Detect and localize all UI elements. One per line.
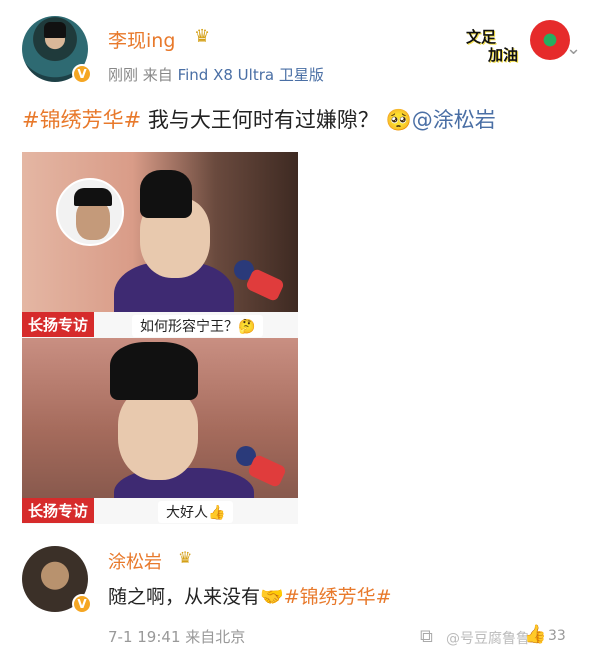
comment-username[interactable]: 涂松岩 [108,548,162,574]
comment-text: 随之啊，从来没有🤝#锦绣芳华# [108,582,392,609]
post-mention[interactable]: @涂松岩 [412,108,496,132]
microphone-icon [244,267,286,303]
brand-tag: 长扬专访 [22,498,95,523]
watermark: @号豆腐鲁鲁 [446,631,530,647]
handshake-icon: 🤝 [260,586,284,608]
thought-bubble [56,178,124,246]
post-meta: 刚刚 来自 Find X8 Ultra 卫星版 [108,64,324,85]
microphone-icon [246,453,288,489]
source-device[interactable]: Find X8 Ultra 卫星版 [178,66,324,84]
comment-location: 来自北京 [185,628,246,646]
post-header: V 李现ing ♛ 刚刚 来自 Find X8 Ultra 卫星版 文足 加油 … [22,16,582,88]
verified-badge-icon: V [72,64,92,84]
decoration-sticker: 文足 加油 [454,20,574,66]
comment-hashtag[interactable]: #锦绣芳华# [284,586,392,608]
like-icon[interactable]: 👍 [524,624,546,645]
post-time: 刚刚 [108,66,139,84]
post-text: #锦绣芳华# 我与大王何时有过嫌隙？ 🥺@涂松岩 [22,104,496,134]
sticker-line2: 加油 [488,46,519,64]
chevron-down-icon[interactable]: ⌄ [566,38,581,59]
source-prefix: 来自 [142,66,173,84]
like-count: 33 [548,628,566,644]
post-body: 我与大王何时有过嫌隙？ [141,108,379,132]
share-icon[interactable]: ⧉ [420,626,433,647]
verified-badge-icon: V [72,594,92,614]
flower-icon [530,20,570,60]
post-image-1[interactable]: 长扬专访 如何形容宁王？🤔 [22,152,298,338]
post-username[interactable]: 李现ing [108,26,175,53]
pleading-emoji: 🥺 [385,108,412,132]
comment-meta: 7-1 19:41 来自北京 [108,626,245,647]
comment-body: 随之啊，从来没有 [108,586,261,608]
post-hashtag[interactable]: #锦绣芳华# [22,108,141,132]
photo-caption: 如何形容宁王？🤔 [132,315,264,337]
crown-icon: ♛ [194,26,211,47]
brand-tag: 长扬专访 [22,312,95,337]
photo-caption: 大好人👍 [158,501,234,523]
post-image-2[interactable]: 长扬专访 大好人👍 [22,338,298,524]
comment-timestamp: 7-1 19:41 [108,628,181,646]
crown-icon: ♛ [178,548,193,567]
